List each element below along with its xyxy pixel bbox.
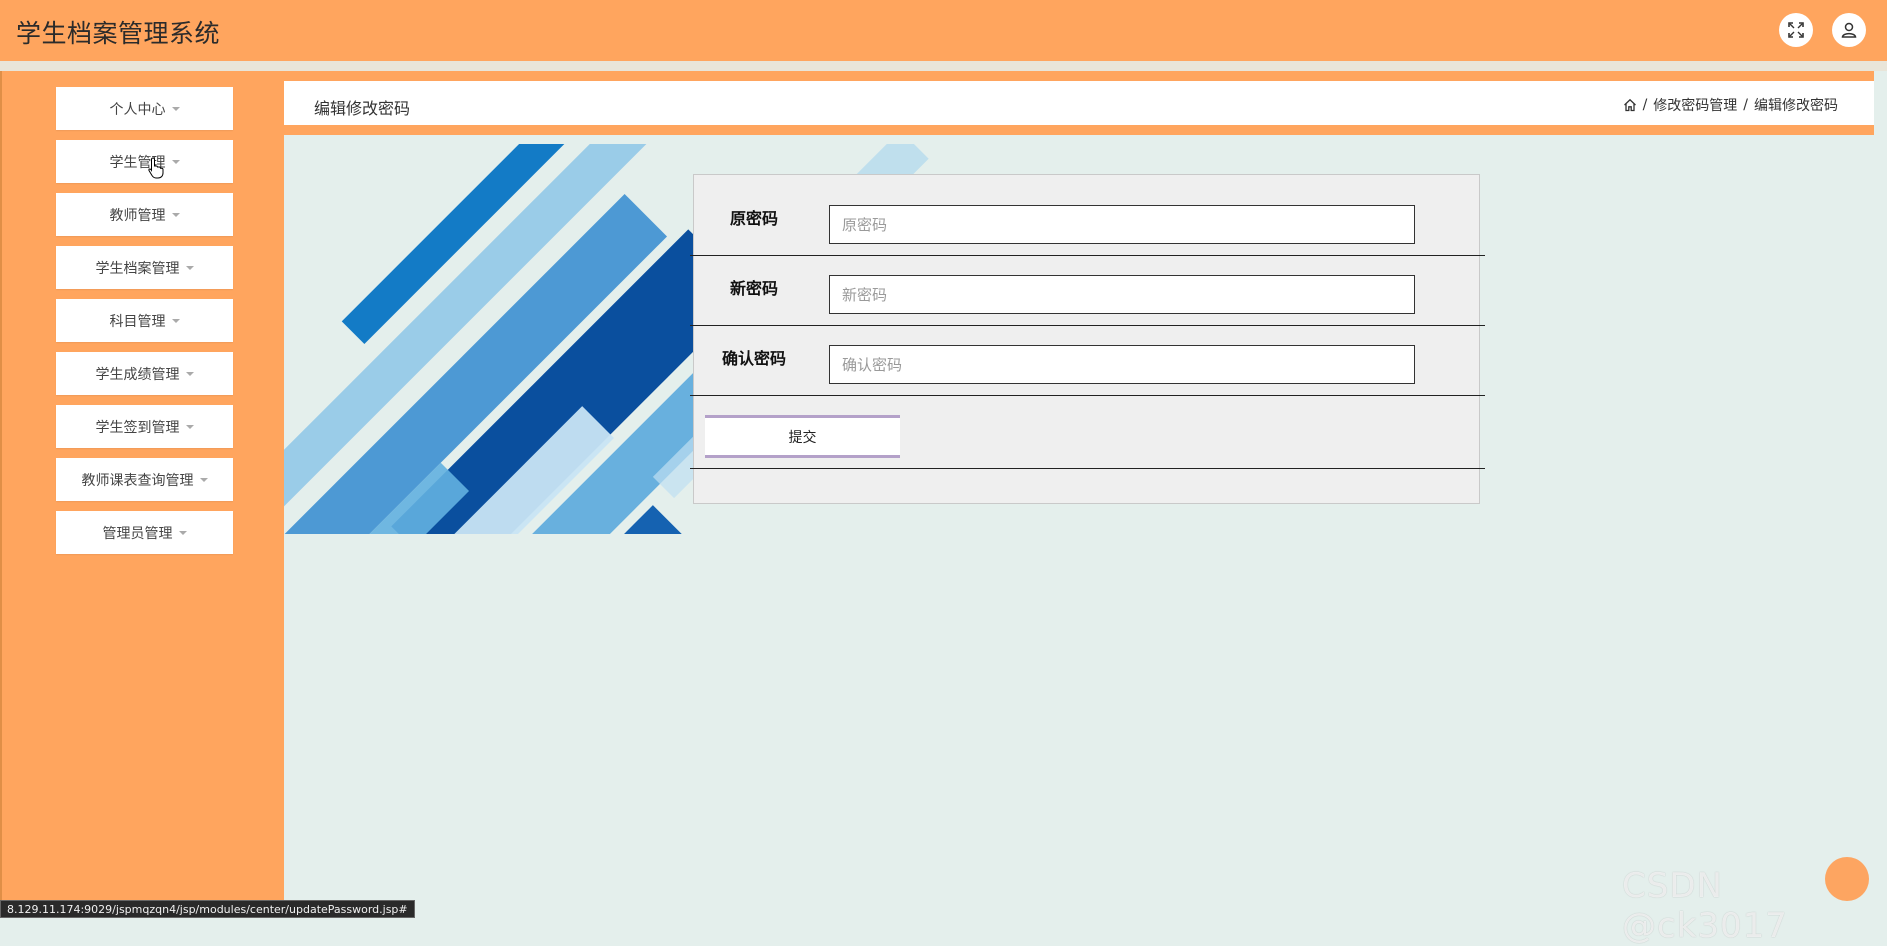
- breadcrumb-item-current: 编辑修改密码: [1754, 98, 1838, 114]
- form-row-old-password: 原密码: [690, 175, 1485, 256]
- sidebar-item-label: 学生档案管理: [95, 260, 180, 277]
- sidebar-item-timetable-management[interactable]: 教师课表查询管理: [56, 458, 233, 501]
- confirm-password-input[interactable]: [829, 345, 1415, 384]
- sidebar-item-label: 教师课表查询管理: [81, 472, 194, 489]
- sidebar-item-student-management[interactable]: 学生管理: [56, 140, 233, 183]
- watermark: CSDN @ck3017: [1622, 866, 1788, 946]
- breadcrumb-separator: /: [1743, 97, 1748, 113]
- sidebar: 个人中心 学生管理 教师管理 学生档案管理 科目管理 学生成绩管理 学生签到管理…: [0, 71, 284, 918]
- content-header-inner: 编辑修改密码 / 修改密码管理 / 编辑修改密码: [284, 81, 1874, 125]
- breadcrumb: / 修改密码管理 / 编辑修改密码: [1623, 95, 1838, 115]
- sidebar-item-label: 教师管理: [109, 207, 166, 224]
- sidebar-item-subject-management[interactable]: 科目管理: [56, 299, 233, 342]
- sidebar-item-grade-management[interactable]: 学生成绩管理: [56, 352, 233, 395]
- caret-down-icon: [171, 212, 180, 217]
- status-bar-url: 8.129.11.174:9029/jspmqzqn4/jsp/modules/…: [0, 900, 415, 918]
- header-divider: [0, 61, 1887, 71]
- user-menu-button[interactable]: [1832, 13, 1866, 47]
- form-row-new-password: 新密码: [690, 256, 1485, 326]
- sidebar-item-label: 学生成绩管理: [95, 366, 180, 383]
- confirm-password-label: 确认密码: [721, 349, 786, 368]
- fullscreen-icon: [1788, 22, 1804, 38]
- breadcrumb-separator: /: [1642, 97, 1648, 113]
- new-password-input[interactable]: [829, 275, 1415, 314]
- old-password-label: 原密码: [729, 209, 778, 228]
- app-title: 学生档案管理系统: [16, 19, 221, 48]
- sidebar-item-label: 学生签到管理: [95, 419, 180, 436]
- top-bar: 学生档案管理系统: [0, 0, 1887, 71]
- sidebar-item-admin-management[interactable]: 管理员管理: [56, 511, 233, 554]
- new-password-label: 新密码: [729, 279, 778, 298]
- home-icon[interactable]: [1623, 98, 1637, 112]
- content-header: 编辑修改密码 / 修改密码管理 / 编辑修改密码: [284, 71, 1874, 135]
- caret-down-icon: [199, 477, 208, 482]
- caret-down-icon: [185, 424, 194, 429]
- sidebar-item-personal-center[interactable]: 个人中心: [56, 87, 233, 130]
- caret-down-icon: [185, 265, 194, 270]
- sidebar-item-label: 管理员管理: [102, 525, 173, 542]
- breadcrumb-item-password-management[interactable]: 修改密码管理: [1653, 95, 1737, 115]
- sidebar-item-student-archive-management[interactable]: 学生档案管理: [56, 246, 233, 289]
- old-password-input[interactable]: [829, 205, 1415, 244]
- sidebar-item-teacher-management[interactable]: 教师管理: [56, 193, 233, 236]
- sidebar-item-label: 个人中心: [109, 101, 166, 118]
- submit-button[interactable]: 提交: [705, 415, 900, 458]
- hand-cursor-icon: [148, 157, 164, 179]
- caret-down-icon: [185, 371, 194, 376]
- page-title: 编辑修改密码: [314, 99, 411, 118]
- fullscreen-button[interactable]: [1779, 13, 1813, 47]
- form-row-confirm-password: 确认密码: [690, 326, 1485, 396]
- caret-down-icon: [171, 318, 180, 323]
- sidebar-item-checkin-management[interactable]: 学生签到管理: [56, 405, 233, 448]
- caret-down-icon: [178, 530, 187, 535]
- caret-down-icon: [171, 106, 180, 111]
- sidebar-item-label: 科目管理: [109, 313, 166, 330]
- caret-down-icon: [171, 159, 180, 164]
- change-password-form: 原密码 新密码 确认密码 提交: [690, 174, 1485, 504]
- user-icon: [1841, 22, 1857, 38]
